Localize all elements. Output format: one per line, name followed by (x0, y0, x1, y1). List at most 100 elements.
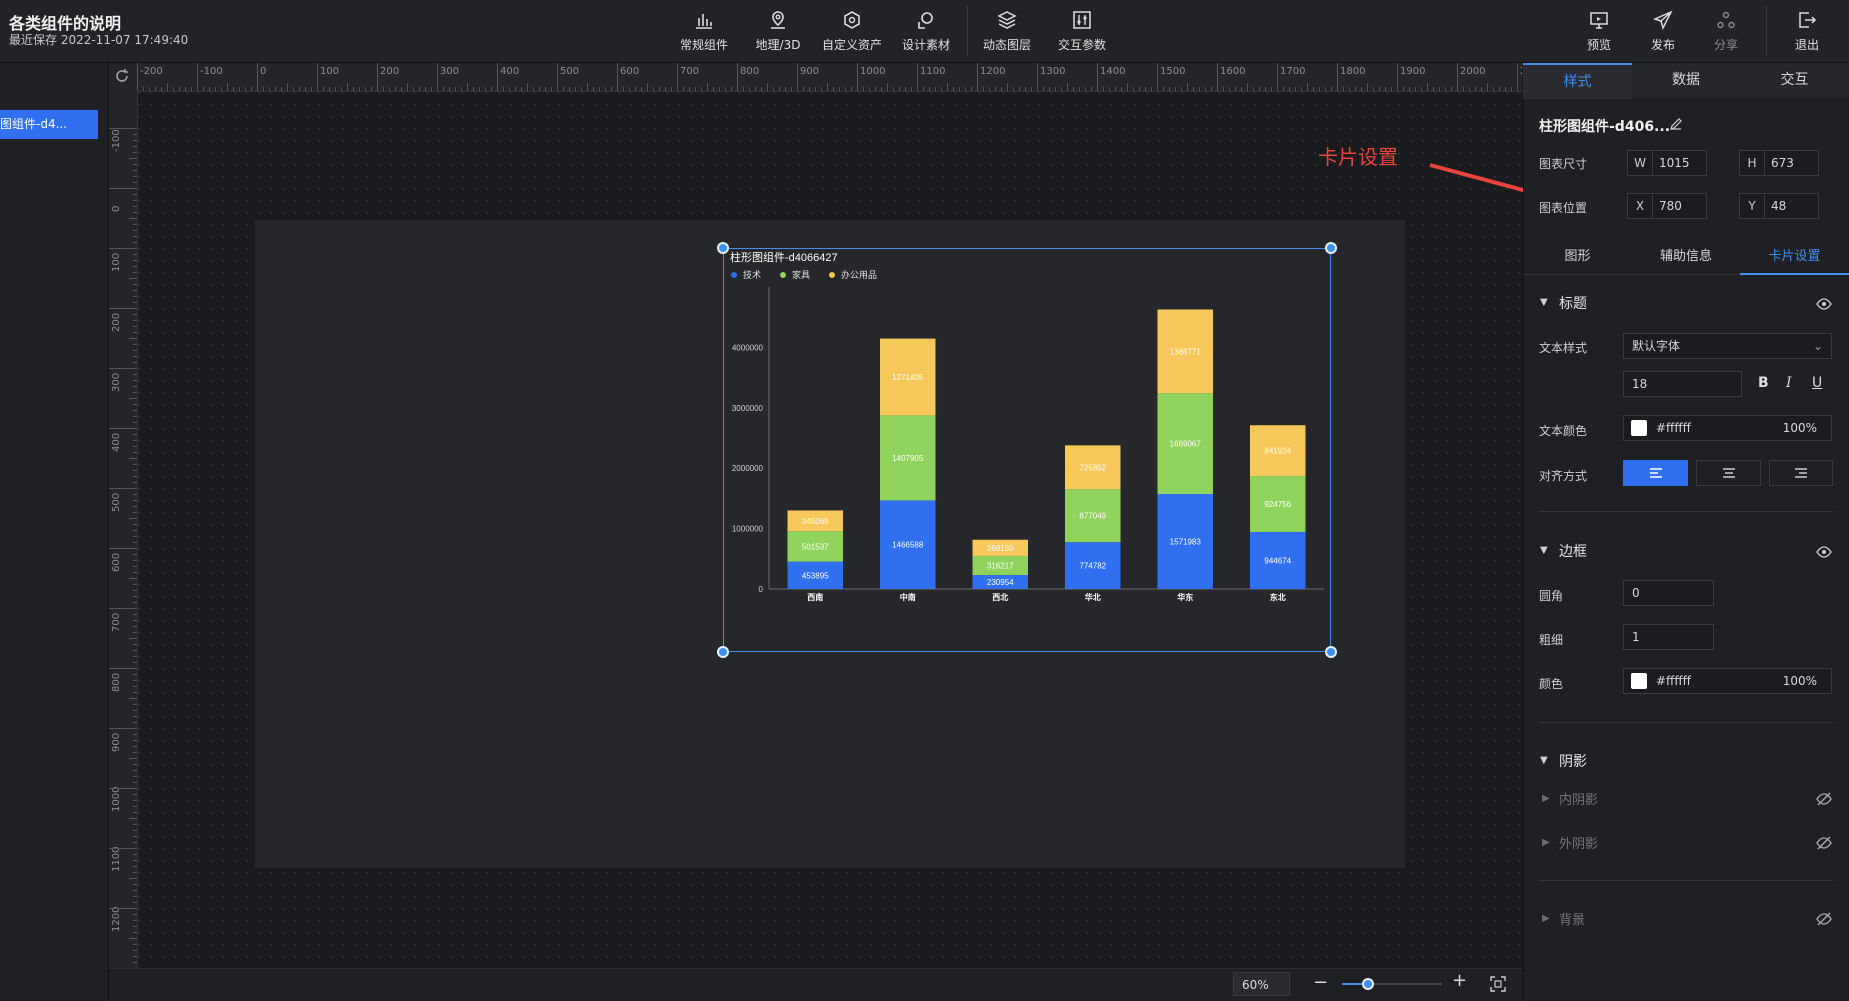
bar-chart-component[interactable]: 柱形图组件-d4066427 技术 家具 办公用品 0 1000000 2000000 300… (723, 248, 1331, 652)
bold-button[interactable]: B (1758, 375, 1769, 391)
y-input[interactable]: Y 48 (1739, 193, 1819, 219)
subtab-card-settings[interactable]: 卡片设置 (1740, 245, 1849, 264)
ruler-tick (109, 188, 137, 189)
underline-button[interactable]: U (1812, 375, 1822, 391)
ruler-tick (1049, 87, 1050, 91)
ruler-tick (1109, 87, 1110, 91)
tab-style[interactable]: 样式 (1523, 63, 1632, 99)
ruler-tick (133, 902, 137, 903)
hidden-eye-icon[interactable] (1816, 911, 1832, 927)
subtab-auxiliary[interactable]: 辅助信息 (1632, 245, 1740, 264)
zoom-in-icon[interactable]: + (1452, 970, 1467, 991)
inner-shadow-label[interactable]: 内阴影 (1559, 789, 1598, 808)
reset-view-icon[interactable] (113, 67, 131, 85)
text-color-input[interactable]: #ffffff 100% (1623, 415, 1832, 441)
align-center-button[interactable] (1696, 460, 1761, 486)
bar-data-label: 230954 (987, 578, 1014, 587)
share-button[interactable]: 分享 (1686, 0, 1766, 62)
bar-data-label: 501537 (802, 542, 829, 551)
outer-shadow-label[interactable]: 外阴影 (1559, 833, 1598, 852)
ruler-tick-label: 1700 (1280, 66, 1306, 77)
outer-shadow-caret[interactable]: ▶ (1542, 837, 1550, 848)
x-input[interactable]: X 780 (1627, 193, 1707, 219)
ruler-tick (1139, 87, 1140, 91)
position-label: 图表位置 (1539, 201, 1588, 215)
ruler-tick (659, 87, 660, 91)
zoom-slider-track[interactable] (1342, 978, 1442, 990)
ruler-tick (1403, 87, 1404, 91)
radius-input[interactable]: 0 (1623, 580, 1714, 606)
fit-screen-icon[interactable] (1490, 976, 1506, 992)
paper-plane-icon (1652, 10, 1673, 31)
ruler-tick (133, 956, 137, 957)
ruler-tick (635, 87, 636, 91)
ruler-tick (167, 83, 168, 91)
background-label[interactable]: 背景 (1559, 909, 1585, 928)
stacked-bar-chart: 柱形图组件-d4066427 技术 家具 办公用品 0 1000000 2000000 300… (730, 250, 1324, 602)
ruler-tick (133, 440, 137, 441)
ruler-tick-label: 500 (111, 492, 122, 512)
edit-pencil-icon[interactable] (1669, 117, 1683, 131)
ruler-tick (109, 728, 137, 729)
resize-handle-top-left[interactable] (717, 242, 729, 254)
dynamic-layers-button[interactable]: 动态图层 (968, 0, 1046, 62)
border-color-input[interactable]: #ffffff 100% (1623, 668, 1832, 694)
ruler-tick (133, 356, 137, 357)
resize-handle-bottom-right[interactable] (1325, 646, 1337, 658)
align-center-icon (1722, 468, 1735, 478)
ruler-tick (653, 87, 654, 91)
title-collapse-caret[interactable]: ▼ (1540, 297, 1548, 308)
ruler-tick (1193, 87, 1194, 91)
shadow-collapse-caret[interactable]: ▼ (1540, 755, 1548, 766)
ruler-tick (129, 398, 137, 399)
subtab-graphic[interactable]: 图形 (1523, 245, 1632, 264)
interaction-params-button[interactable]: 交互参数 (1043, 0, 1121, 62)
border-collapse-caret[interactable]: ▼ (1540, 545, 1548, 556)
ruler-tick (1115, 87, 1116, 91)
align-left-button[interactable] (1623, 460, 1688, 486)
italic-button[interactable]: I (1786, 375, 1792, 391)
ruler-tick (133, 656, 137, 657)
ruler-tick (109, 788, 137, 789)
ruler-tick-label: 1100 (111, 846, 122, 872)
layer-item-bar-chart[interactable]: 图组件-d4... (0, 110, 98, 139)
font-family-select[interactable]: 默认字体 ⌄ (1623, 333, 1832, 359)
x-tick-label: 西南 (807, 592, 823, 602)
ruler-tick (401, 87, 402, 91)
tab-data[interactable]: 数据 (1632, 63, 1740, 97)
zoom-slider-handle[interactable] (1362, 978, 1374, 990)
ruler-tick (1475, 87, 1476, 91)
ruler-tick (133, 182, 137, 183)
border-color-swatch[interactable] (1631, 673, 1647, 689)
ruler-tick (133, 950, 137, 951)
chevron-down-icon: ⌄ (1812, 339, 1823, 353)
text-color-swatch[interactable] (1631, 420, 1647, 436)
exit-icon (1799, 12, 1817, 28)
ruler-tick (133, 662, 137, 663)
tab-interaction[interactable]: 交互 (1740, 63, 1849, 97)
height-input[interactable]: H 673 (1739, 150, 1819, 176)
hidden-eye-icon[interactable] (1816, 791, 1832, 807)
visibility-eye-icon[interactable] (1816, 296, 1832, 312)
zoom-input[interactable]: 60% (1233, 972, 1290, 996)
resize-handle-bottom-left[interactable] (717, 646, 729, 658)
align-right-button[interactable] (1769, 460, 1833, 486)
thickness-input[interactable]: 1 (1623, 624, 1714, 650)
design-materials-button[interactable]: 设计素材 (887, 0, 965, 62)
zoom-out-icon[interactable]: − (1313, 972, 1328, 993)
exit-button[interactable]: 退出 (1767, 0, 1847, 62)
background-caret[interactable]: ▶ (1542, 913, 1550, 924)
geo-3d-button[interactable]: 地理/3D (739, 0, 817, 62)
custom-assets-button[interactable]: 自定义资产 (813, 0, 891, 62)
font-size-input[interactable]: 18 (1623, 371, 1742, 397)
visibility-eye-icon[interactable] (1816, 544, 1832, 560)
ruler-tick (821, 87, 822, 91)
width-input[interactable]: W 1015 (1627, 150, 1707, 176)
ruler-tick (129, 518, 137, 519)
hidden-eye-icon[interactable] (1816, 835, 1832, 851)
resize-handle-top-right[interactable] (1325, 242, 1337, 254)
inner-shadow-caret[interactable]: ▶ (1542, 793, 1550, 804)
bar-data-label: 725852 (1079, 463, 1106, 472)
common-components-button[interactable]: 常规组件 (665, 0, 743, 62)
ruler-tick (1445, 87, 1446, 91)
